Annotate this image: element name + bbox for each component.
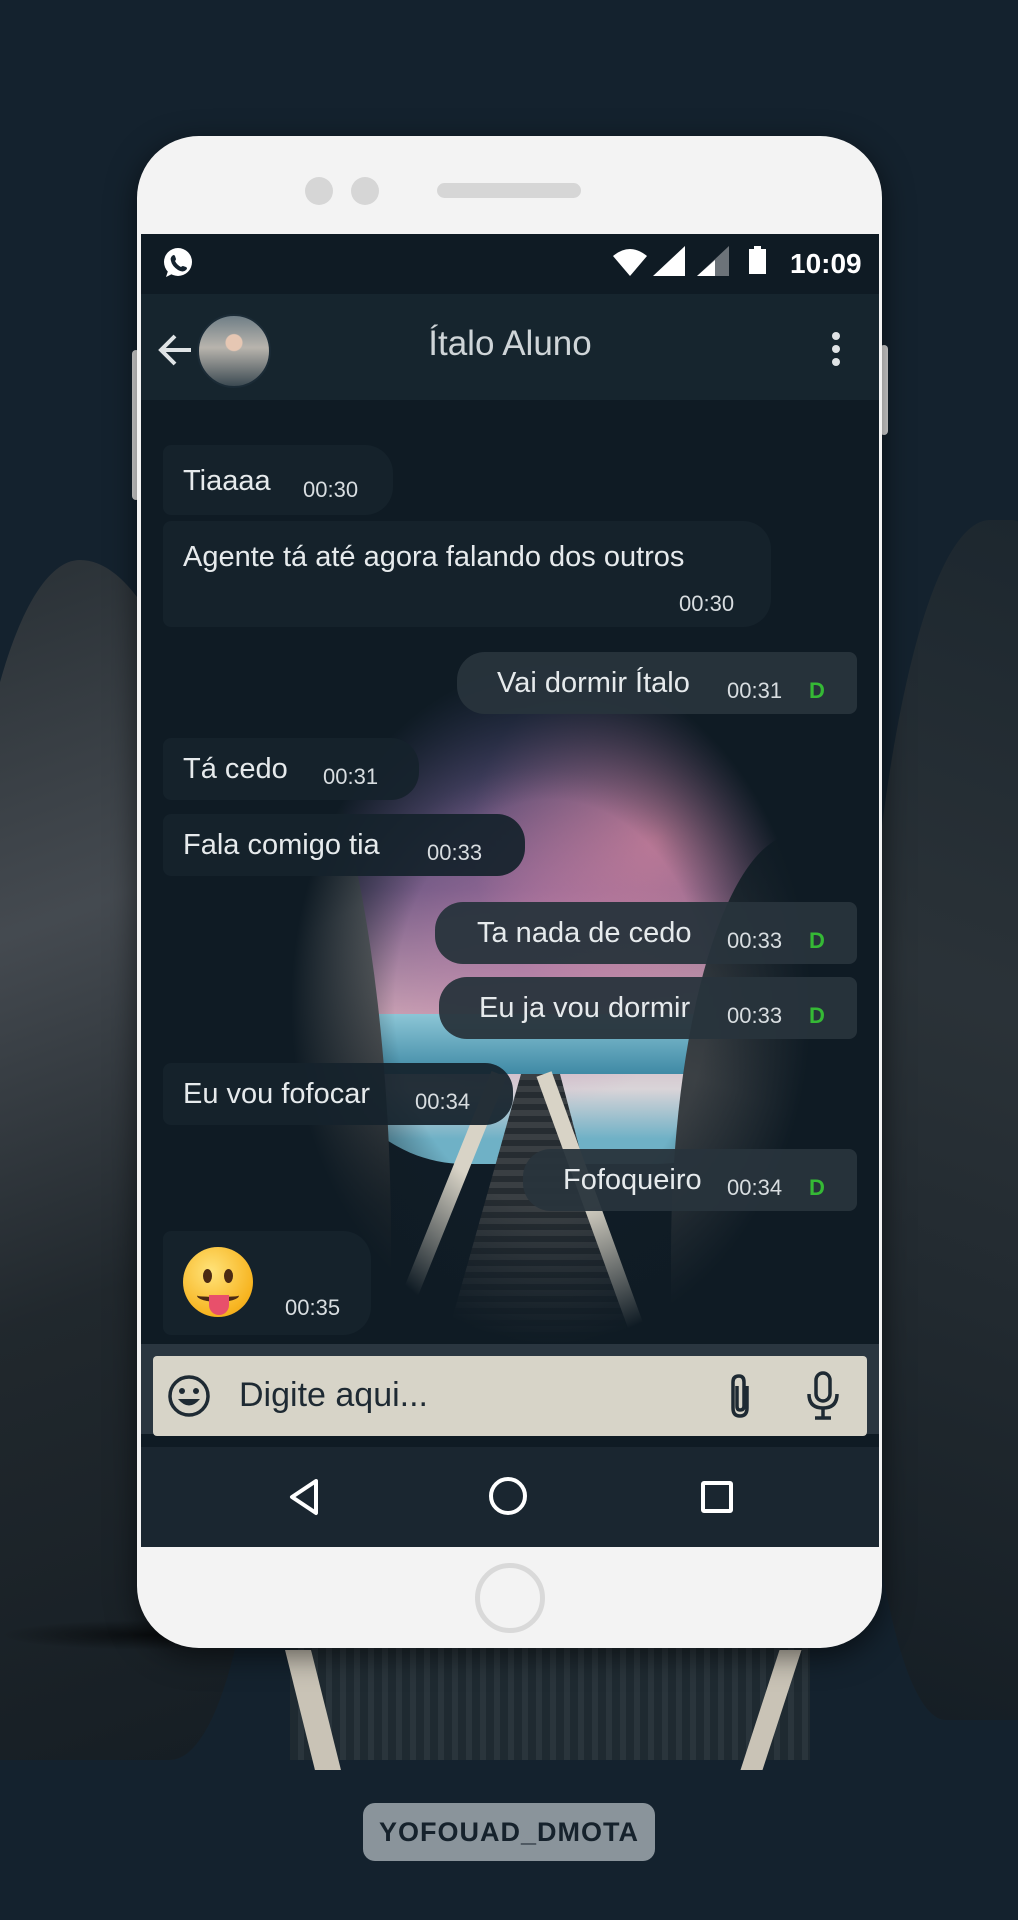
message-sent[interactable]: Eu ja vou dormir 00:33 D	[439, 977, 857, 1039]
message-received[interactable]: Tá cedo 00:31	[163, 738, 419, 800]
microphone-icon[interactable]	[803, 1370, 843, 1422]
message-sent[interactable]: Fofoqueiro 00:34 D	[523, 1149, 857, 1211]
whatsapp-icon	[164, 248, 192, 277]
message-time: 00:31	[727, 678, 783, 703]
message-time: 00:31	[323, 764, 379, 789]
delivered-status: D	[809, 1175, 825, 1200]
message-text: Fofoqueiro	[563, 1164, 702, 1196]
message-sent[interactable]: Ta nada de cedo 00:33 D	[435, 902, 857, 964]
message-text: Vai dormir Ítalo	[497, 667, 690, 699]
contact-avatar[interactable]	[197, 314, 271, 388]
message-time: 00:34	[727, 1175, 783, 1200]
message-time: 00:34	[415, 1089, 471, 1114]
signal-icon	[697, 246, 729, 276]
watermark-label: YOFOUAD_DMOTA	[363, 1803, 655, 1861]
message-input[interactable]	[239, 1376, 619, 1415]
signal-icon	[653, 246, 685, 276]
triangle-back-icon[interactable]	[286, 1477, 326, 1517]
status-time: 10:09	[790, 248, 862, 279]
circle-home-icon[interactable]	[489, 1477, 527, 1515]
square-recents-icon[interactable]	[701, 1481, 733, 1513]
message-received[interactable]: Fala comigo tia 00:33	[163, 814, 525, 876]
message-text: Tá cedo	[183, 753, 288, 785]
back-arrow-icon[interactable]	[155, 330, 195, 370]
delivered-status: D	[809, 678, 825, 703]
message-time: 00:33	[427, 840, 483, 865]
smiley-icon[interactable]	[167, 1374, 211, 1418]
background-rock-right	[858, 520, 1018, 1720]
contact-name[interactable]: Ítalo Aluno	[291, 324, 729, 364]
more-vertical-icon[interactable]	[831, 332, 841, 372]
message-received[interactable]: Agente tá até agora falando dos outros 0…	[163, 521, 771, 627]
message-text: Ta nada de cedo	[477, 917, 692, 949]
message-time: 00:33	[727, 928, 783, 953]
phone-screen: 10:09 Ítalo Aluno Tiaaaa 00:30 Agente tá…	[141, 234, 879, 1547]
message-time: 00:33	[727, 1003, 783, 1028]
message-text: Eu vou fofocar	[183, 1078, 370, 1110]
chat-header: Ítalo Aluno	[141, 294, 879, 400]
message-text: Fala comigo tia	[183, 829, 380, 861]
battery-icon	[749, 246, 766, 274]
delivered-status: D	[809, 1003, 825, 1028]
face-with-tongue-emoji	[183, 1247, 253, 1317]
physical-home-button[interactable]	[475, 1563, 545, 1633]
navigation-bar	[141, 1447, 879, 1547]
status-bar: 10:09	[141, 234, 879, 294]
message-sent[interactable]: Vai dormir Ítalo 00:31 D	[457, 652, 857, 714]
message-text: Agente tá até agora falando dos outros	[183, 541, 685, 573]
message-received[interactable]: Eu vou fofocar 00:34	[163, 1063, 513, 1125]
message-text: Eu ja vou dormir	[479, 992, 691, 1024]
composer-bar	[141, 1344, 879, 1436]
composer-box	[153, 1356, 867, 1436]
message-time: 00:30	[679, 591, 735, 616]
wifi-icon	[613, 249, 647, 276]
proximity-sensor	[351, 177, 379, 205]
front-camera	[305, 177, 333, 205]
message-time: 00:35	[285, 1295, 341, 1320]
message-received[interactable]: 00:35	[163, 1231, 371, 1335]
message-received[interactable]: Tiaaaa 00:30	[163, 445, 393, 515]
paperclip-icon[interactable]	[723, 1372, 759, 1422]
delivered-status: D	[809, 928, 825, 953]
earpiece-speaker	[437, 183, 581, 198]
background-track	[290, 1640, 810, 1760]
message-time: 00:30	[303, 477, 359, 502]
message-text: Tiaaaa	[183, 465, 271, 497]
